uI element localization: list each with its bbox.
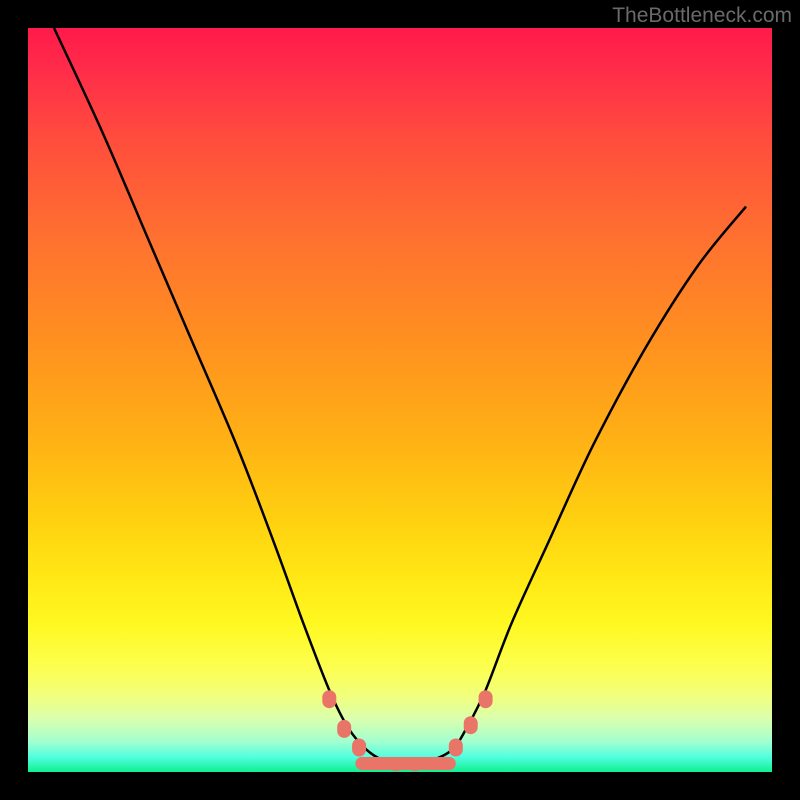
chart-plot-area xyxy=(28,28,772,772)
watermark-text: TheBottleneck.com xyxy=(612,4,792,28)
chart-svg xyxy=(28,28,772,772)
highlight-dot xyxy=(464,716,478,734)
bottleneck-curve xyxy=(54,28,746,763)
highlight-dots-group xyxy=(322,690,492,771)
highlight-dot xyxy=(449,739,463,757)
highlight-bar xyxy=(355,757,455,770)
highlight-dot xyxy=(322,690,336,708)
highlight-dot xyxy=(479,690,493,708)
highlight-dot xyxy=(337,720,351,738)
highlight-dot xyxy=(352,739,366,757)
